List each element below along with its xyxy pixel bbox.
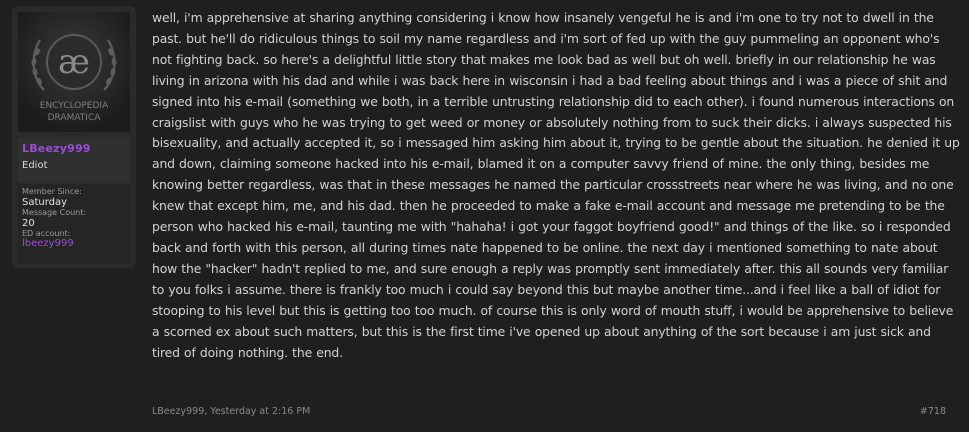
member-since-value: Saturday [22,196,68,208]
post-author-link[interactable]: LBeezy999 [152,406,204,417]
username-link[interactable]: LBeezy999 [22,142,126,155]
user-name-block: LBeezy999 Ediot [18,138,130,182]
user-avatar[interactable]: æ ENCYCLOPEDIA DRAMATICA [18,12,130,132]
message-count-label: Message Count: [22,207,87,217]
ed-account-label: ED account: [22,228,71,238]
encyclopedia-dramatica-logo-icon: æ ENCYCLOPEDIA DRAMATICA [18,12,130,132]
message-count-value: 20 [22,217,35,229]
user-title: Ediot [22,160,48,171]
logo-text-line2: DRAMATICA [48,113,102,123]
member-since-label: Member Since: [22,187,82,196]
user-extra-info: Member Since: Saturday Message Count: 20… [18,184,130,264]
forum-post: æ ENCYCLOPEDIA DRAMATICA LBeezy999 Ediot… [0,0,969,432]
post-meta: LBeezy999, Yesterday at 2:16 PM [152,406,310,417]
ed-account-link[interactable]: lbeezy999 [22,238,126,249]
post-date-link[interactable]: Yesterday at 2:16 PM [210,406,310,417]
post-message-body: well, i'm apprehensive at sharing anythi… [152,10,960,360]
post-permalink-number[interactable]: #718 [920,406,946,417]
logo-text-line1: ENCYCLOPEDIA [40,101,109,111]
logo-glyph: æ [58,42,90,82]
user-info-panel: æ ENCYCLOPEDIA DRAMATICA LBeezy999 Ediot… [12,6,136,268]
